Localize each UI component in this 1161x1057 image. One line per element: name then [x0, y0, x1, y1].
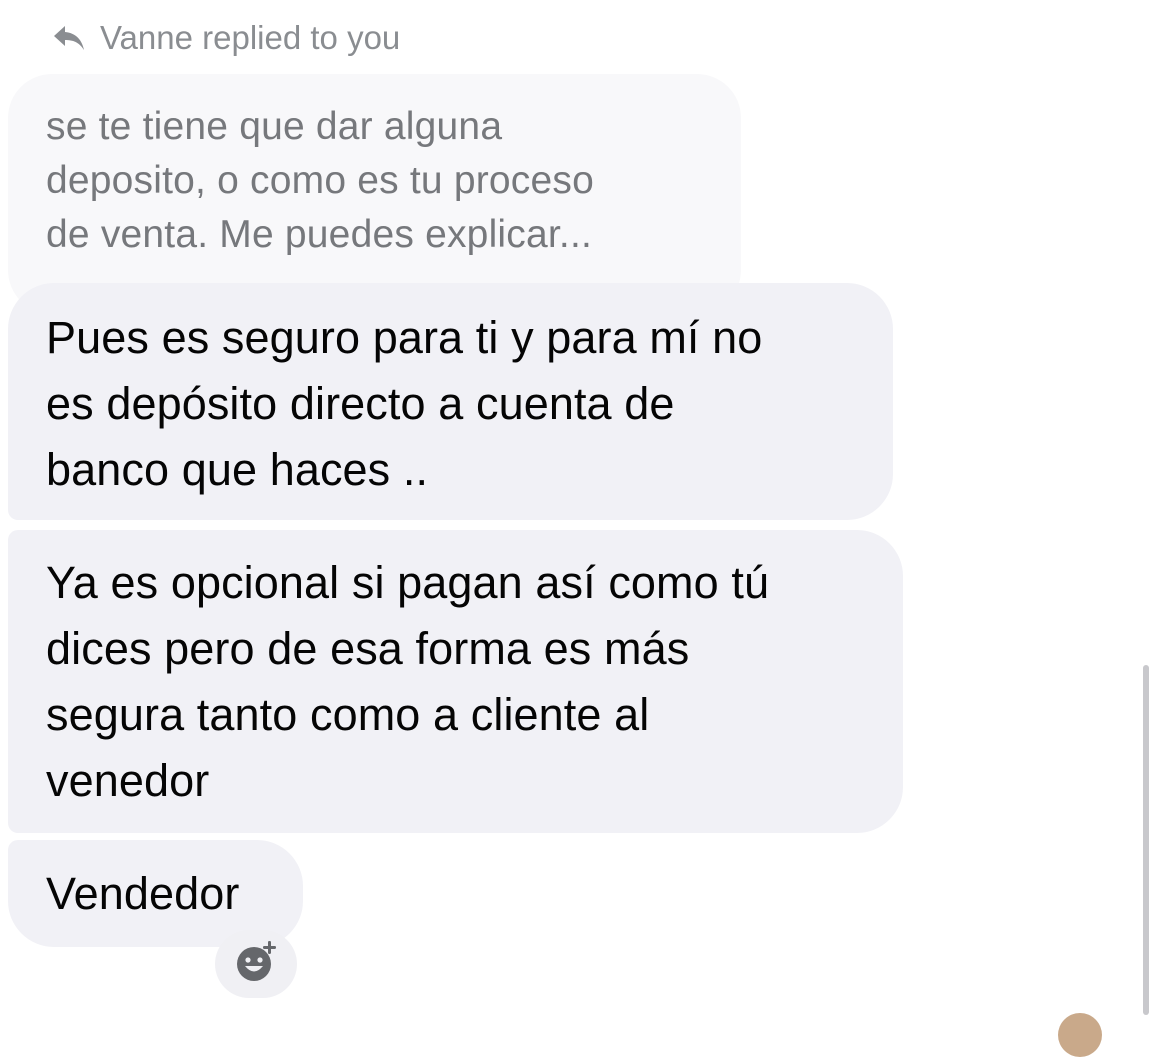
add-reaction-smiley-icon [233, 939, 279, 990]
message-text: Pues es seguro para ti y para mí no es d… [46, 305, 876, 503]
quoted-message-line: se te tiene que dar alguna [46, 105, 503, 148]
message-line: Pues es seguro para ti y para mí no [46, 312, 763, 363]
message-bubble[interactable]: Pues es seguro para ti y para mí no es d… [8, 283, 893, 520]
quoted-message-line: de venta. Me puedes explicar... [46, 213, 593, 256]
message-line: banco que haces .. [46, 444, 429, 495]
scrollbar[interactable] [1143, 665, 1149, 1015]
message-line: venedor [46, 755, 210, 806]
message-line: Vendedor [46, 868, 240, 919]
quoted-message-line: deposito, o como es tu proceso [46, 159, 594, 202]
message-line: segura tanto como a cliente al [46, 689, 650, 740]
message-line: es depósito directo a cuenta de [46, 378, 675, 429]
reply-arrow-icon [52, 23, 86, 53]
message-bubble[interactable]: Ya es opcional si pagan así como tú dice… [8, 530, 903, 833]
add-reaction-button[interactable] [215, 930, 297, 998]
reply-header-text: Vanne replied to you [100, 19, 401, 56]
quoted-message-text: se te tiene que dar alguna deposito, o c… [46, 100, 726, 262]
message-text: Vendedor [46, 861, 239, 927]
avatar[interactable] [1058, 1013, 1102, 1057]
reply-header: Vanne replied to you [52, 16, 400, 60]
message-text: Ya es opcional si pagan así como tú dice… [46, 550, 886, 814]
message-line: dices pero de esa forma es más [46, 623, 690, 674]
message-line: Ya es opcional si pagan así como tú [46, 557, 770, 608]
